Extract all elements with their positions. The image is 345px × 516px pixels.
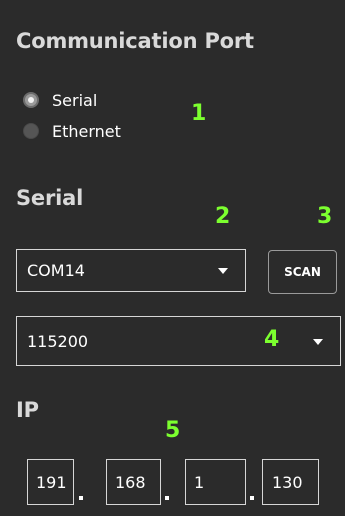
chevron-down-icon (218, 268, 228, 274)
serial-title: Serial (16, 186, 84, 210)
radio-ethernet-indicator[interactable] (23, 123, 39, 139)
callout-5: 5 (165, 418, 181, 443)
radio-serial-indicator[interactable] (23, 92, 39, 108)
communication-port-title: Communication Port (16, 29, 254, 53)
callout-1: 1 (191, 101, 207, 126)
radio-ethernet-label: Ethernet (52, 121, 121, 141)
ip-separator-dot (165, 496, 169, 500)
baud-rate-value: 115200 (27, 331, 89, 351)
baud-rate-select[interactable]: 115200 (16, 316, 341, 366)
radio-ethernet[interactable]: Ethernet (23, 120, 121, 142)
com-port-value: COM14 (27, 261, 85, 280)
radio-serial-label: Serial (52, 90, 98, 110)
chevron-down-icon (313, 339, 323, 345)
scan-button[interactable]: SCAN (268, 250, 337, 294)
callout-2: 2 (215, 204, 231, 229)
callout-3: 3 (317, 204, 333, 229)
ip-octet-2-input[interactable]: 168 (106, 459, 161, 505)
callout-4: 4 (264, 327, 280, 352)
ip-separator-dot (79, 496, 83, 500)
radio-serial[interactable]: Serial (23, 89, 97, 111)
com-port-select[interactable]: COM14 (16, 249, 246, 292)
ip-separator-dot (250, 496, 254, 500)
ip-title: IP (16, 398, 39, 422)
ip-octet-1-input[interactable]: 191 (27, 459, 74, 505)
ip-octet-4-input[interactable]: 130 (262, 459, 319, 505)
ip-octet-3-input[interactable]: 1 (185, 459, 246, 505)
